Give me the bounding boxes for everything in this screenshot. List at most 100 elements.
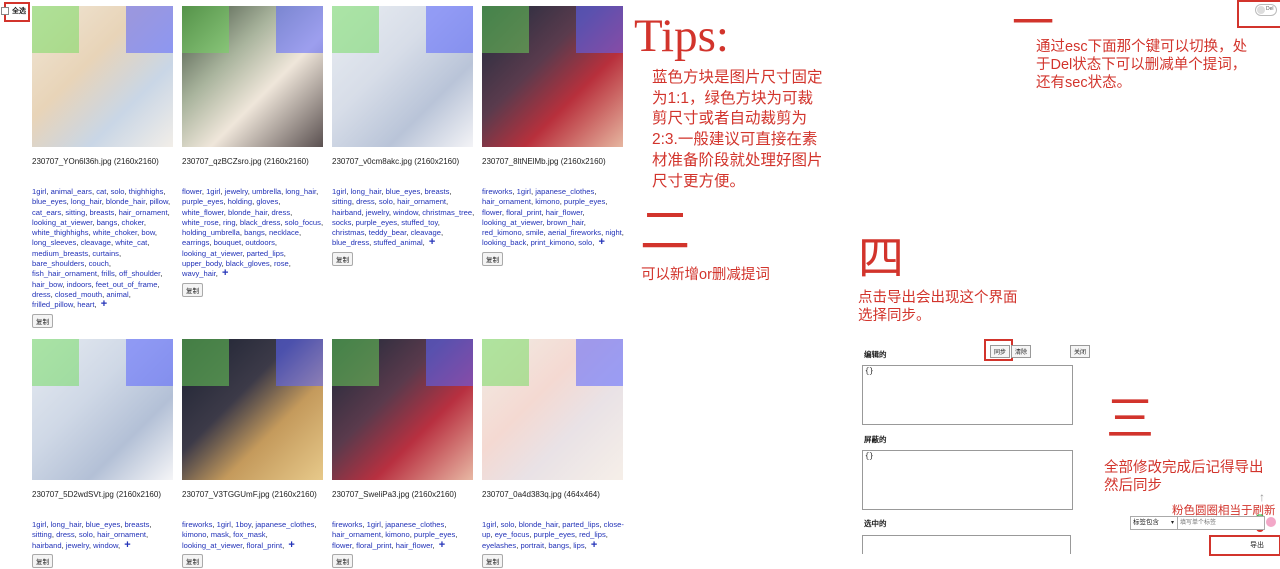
tag-link[interactable]: japanese_clothes <box>535 187 594 196</box>
tag-link[interactable]: fox_mask <box>233 530 266 539</box>
tag-link[interactable]: closed_mouth <box>55 290 102 299</box>
image-thumbnail[interactable] <box>182 6 323 147</box>
select-all-checkbox[interactable] <box>1 7 9 15</box>
tag-link[interactable]: black_gloves <box>226 259 270 268</box>
tag-link[interactable]: 1girl <box>517 187 531 196</box>
image-thumbnail[interactable] <box>182 339 323 480</box>
tag-link[interactable]: flower <box>332 541 352 550</box>
tag-link[interactable]: purple_eyes <box>182 197 223 206</box>
tag-link[interactable]: 1girl <box>206 187 220 196</box>
refresh-circle-icon[interactable] <box>1266 517 1276 527</box>
tag-link[interactable]: jewelry <box>66 541 89 550</box>
tag-link[interactable]: cleavage <box>411 228 441 237</box>
tag-link[interactable]: fireworks <box>482 187 512 196</box>
tag-link[interactable]: solo <box>111 187 125 196</box>
select-all-button[interactable]: 全选 <box>12 6 26 16</box>
tag-link[interactable]: white_choker <box>93 228 137 237</box>
tag-link[interactable]: fish_hair_ornament <box>32 269 97 278</box>
tag-link[interactable]: looking_at_viewer <box>482 218 542 227</box>
add-tag-plus-icon[interactable]: + <box>222 267 228 279</box>
tag-link[interactable]: hairband <box>332 208 362 217</box>
tag-link[interactable]: 1girl <box>332 187 346 196</box>
tag-link[interactable]: dress <box>356 197 375 206</box>
tag-link[interactable]: rose <box>274 259 289 268</box>
tag-link[interactable]: solo <box>79 530 93 539</box>
edited-textarea[interactable] <box>862 365 1073 425</box>
tag-link[interactable]: upper_body <box>182 259 222 268</box>
tag-link[interactable]: 1girl <box>482 520 496 529</box>
copy-button[interactable]: 复制 <box>332 251 353 266</box>
tag-link[interactable]: hair_flower <box>546 208 583 217</box>
tag-link[interactable]: off_shoulder <box>119 269 160 278</box>
close-button[interactable]: 关闭 <box>1070 345 1091 358</box>
tag-link[interactable]: bangs <box>548 541 569 550</box>
tag-link[interactable]: hair_ornament <box>119 208 168 217</box>
tag-link[interactable]: flower <box>182 187 202 196</box>
copy-button[interactable]: 复制 <box>32 313 53 328</box>
tag-link[interactable]: hairband <box>32 541 62 550</box>
add-tag-plus-icon[interactable]: + <box>591 539 597 551</box>
tag-link[interactable]: 1girl <box>32 187 46 196</box>
tag-link[interactable]: kimono <box>535 197 559 206</box>
tag-link[interactable]: stuffed_animal <box>373 238 422 247</box>
sync-button[interactable]: 同步 <box>990 345 1011 358</box>
tag-link[interactable]: bangs <box>244 228 265 237</box>
tag-link[interactable]: couch <box>89 259 109 268</box>
tag-link[interactable]: fireworks <box>182 520 212 529</box>
tag-link[interactable]: sitting <box>332 197 352 206</box>
tag-link[interactable]: long_hair <box>51 520 82 529</box>
tag-link[interactable]: aerial_fireworks <box>548 228 601 237</box>
tag-link[interactable]: japanese_clothes <box>255 520 314 529</box>
add-tag-plus-icon[interactable]: + <box>124 539 130 551</box>
tag-link[interactable]: hair_ornament <box>482 197 531 206</box>
tag-link[interactable]: blue_dress <box>332 238 369 247</box>
tag-link[interactable]: looking_back <box>482 238 526 247</box>
clear-button[interactable]: 清除 <box>1011 345 1032 358</box>
tag-link[interactable]: parted_lips <box>247 249 284 258</box>
image-thumbnail[interactable] <box>482 339 623 480</box>
tag-link[interactable]: purple_eyes <box>534 530 575 539</box>
tag-link[interactable]: print_kimono <box>531 238 574 247</box>
tag-link[interactable]: thighhighs <box>129 187 164 196</box>
tag-link[interactable]: white_thighhighs <box>32 228 89 237</box>
tag-link[interactable]: bow <box>141 228 155 237</box>
tag-link[interactable]: stuffed_toy <box>401 218 437 227</box>
tag-link[interactable]: floral_print <box>247 541 282 550</box>
tag-link[interactable]: blue_eyes <box>386 187 421 196</box>
tag-link[interactable]: necklace <box>269 228 299 237</box>
tag-link[interactable]: blonde_hair <box>519 520 558 529</box>
tag-link[interactable]: sitting <box>32 530 52 539</box>
tag-link[interactable]: kimono <box>182 530 206 539</box>
tag-link[interactable]: 1girl <box>217 520 231 529</box>
tag-link[interactable]: dress <box>32 290 51 299</box>
tag-link[interactable]: cat <box>96 187 106 196</box>
tag-link[interactable]: medium_breasts <box>32 249 88 258</box>
single-tag-input[interactable] <box>1177 516 1265 530</box>
tag-link[interactable]: gloves <box>256 197 278 206</box>
tag-link[interactable]: blonde_hair <box>228 208 267 217</box>
tag-link[interactable]: solo_focus <box>285 218 321 227</box>
tag-link[interactable]: portrait <box>520 541 544 550</box>
tag-link[interactable]: hair_ornament <box>332 530 381 539</box>
tag-link[interactable]: jewelry <box>366 208 389 217</box>
tag-link[interactable]: lips <box>573 541 584 550</box>
tag-link[interactable]: breasts <box>89 208 114 217</box>
tag-link[interactable]: purple_eyes <box>414 530 455 539</box>
copy-button[interactable]: 复制 <box>482 251 503 266</box>
tag-link[interactable]: long_sleeves <box>32 238 76 247</box>
tag-link[interactable]: mask <box>211 530 229 539</box>
tag-link[interactable]: bangs <box>97 218 118 227</box>
tag-link[interactable]: eyelashes <box>482 541 516 550</box>
tag-link[interactable]: cleavage <box>81 238 111 247</box>
tag-link[interactable]: window <box>393 208 418 217</box>
tag-link[interactable]: dress <box>272 208 291 217</box>
image-thumbnail[interactable] <box>332 6 473 147</box>
tag-link[interactable]: breasts <box>425 187 450 196</box>
tag-link[interactable]: solo <box>501 520 515 529</box>
tag-link[interactable]: earrings <box>182 238 209 247</box>
tag-link[interactable]: breasts <box>125 520 150 529</box>
tag-link[interactable]: sitting <box>65 208 85 217</box>
image-thumbnail[interactable] <box>332 339 473 480</box>
tag-link[interactable]: bouquet <box>214 238 241 247</box>
tag-link[interactable]: window <box>93 541 118 550</box>
